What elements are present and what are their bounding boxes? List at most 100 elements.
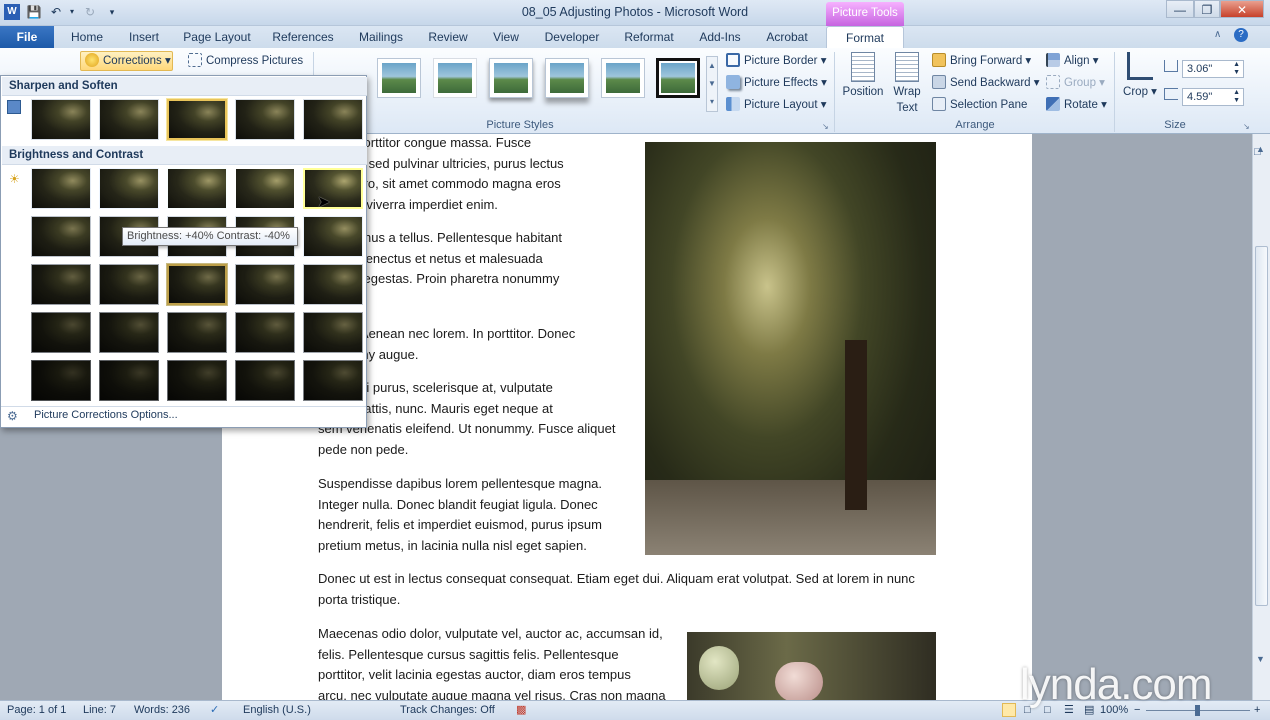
window-title: 08_05 Adjusting Photos - Microsoft Word <box>521 5 749 19</box>
brightness-contrast-thumbnail[interactable] <box>31 312 91 353</box>
rotate-button[interactable]: Rotate ▾ <box>1046 97 1107 113</box>
compress-pictures-button[interactable]: Compress Pictures <box>188 53 303 69</box>
brightness-contrast-thumbnail[interactable] <box>99 360 159 401</box>
position-button[interactable]: Position <box>840 52 886 100</box>
corrections-button[interactable]: Corrections ▾ <box>80 51 173 71</box>
brightness-contrast-thumbnail[interactable] <box>31 216 91 257</box>
bring-forward-button[interactable]: Bring Forward ▾ <box>932 53 1031 69</box>
group-button[interactable]: Group ▾ <box>1046 75 1105 91</box>
brightness-contrast-thumbnail[interactable] <box>31 360 91 401</box>
sharpen-thumbnail[interactable] <box>99 99 159 140</box>
scroll-down-icon[interactable]: ▼ <box>1256 654 1265 664</box>
paragraph-6: Donec ut est in lectus consequat consequ… <box>318 569 915 610</box>
brightness-contrast-thumbnail[interactable] <box>235 360 295 401</box>
proofing-icon[interactable]: ✓ <box>210 703 219 718</box>
styles-scroll[interactable]: ▲ ▼ ▾ <box>706 56 718 112</box>
tab-page-layout[interactable]: Page Layout <box>178 26 256 48</box>
picture-style-5[interactable] <box>601 58 645 98</box>
tab-add-ins[interactable]: Add-Ins <box>692 26 748 48</box>
width-spinner-icon[interactable]: ▲ ▼ <box>1233 89 1240 105</box>
tab-file[interactable]: File <box>0 26 54 48</box>
height-input[interactable]: 3.06" ▲ ▼ <box>1182 60 1244 78</box>
width-icon <box>1164 88 1178 100</box>
tab-reformat[interactable]: Reformat <box>616 26 682 48</box>
sharpen-thumbnail[interactable] <box>31 99 91 140</box>
brightness-contrast-thumbnail[interactable] <box>167 168 227 209</box>
bring-forward-label: Bring Forward <box>950 55 1023 67</box>
picture-styles-launcher-icon[interactable]: ↘ <box>822 122 829 131</box>
minimize-icon[interactable]: — <box>1166 0 1194 18</box>
brightness-contrast-thumbnail[interactable] <box>235 312 295 353</box>
brightness-contrast-thumbnail[interactable] <box>303 216 363 257</box>
size-launcher-icon[interactable]: ↘ <box>1243 122 1250 131</box>
paragraph-5: Suspendisse dapibus lorem pellentesque m… <box>318 474 602 556</box>
brightness-contrast-thumbnail[interactable] <box>303 312 363 353</box>
picture-effects-button[interactable]: Picture Effects ▾ <box>726 75 827 91</box>
olive-photo[interactable] <box>687 632 936 702</box>
tab-developer[interactable]: Developer <box>538 26 606 48</box>
brightness-contrast-thumbnail[interactable] <box>303 360 363 401</box>
brightness-contrast-thumbnail[interactable] <box>235 168 295 209</box>
crop-button[interactable]: Crop ▾ <box>1122 52 1158 100</box>
picture-style-2[interactable] <box>433 58 477 98</box>
picture-style-4[interactable] <box>545 58 589 98</box>
track-changes[interactable]: Track Changes: Off <box>400 703 495 718</box>
width-input[interactable]: 4.59" ▲ ▼ <box>1182 88 1244 106</box>
sun-icon <box>85 53 99 67</box>
brightness-contrast-thumbnail[interactable] <box>167 312 227 353</box>
tab-acrobat[interactable]: Acrobat <box>756 26 818 48</box>
tab-view[interactable]: View <box>484 26 528 48</box>
tab-format[interactable]: Format <box>826 26 904 48</box>
brightness-contrast-thumbnail[interactable] <box>166 263 228 306</box>
print-layout-icon[interactable] <box>1002 703 1016 717</box>
page-count[interactable]: Page: 1 of 1 <box>7 703 66 718</box>
selection-pane-button[interactable]: Selection Pane <box>932 97 1027 113</box>
tab-home[interactable]: Home <box>64 26 110 48</box>
send-backward-button[interactable]: Send Backward ▾ <box>932 75 1040 91</box>
brightness-contrast-thumbnail[interactable] <box>99 264 159 305</box>
vertical-scrollbar[interactable]: ▲ ▼ <box>1252 134 1270 700</box>
size-label: Size <box>1164 119 1186 131</box>
brightness-contrast-thumbnail[interactable] <box>99 312 159 353</box>
brightness-contrast-thumbnail[interactable] <box>303 168 363 209</box>
picture-border-button[interactable]: Picture Border ▾ <box>726 53 826 69</box>
scroll-thumb[interactable] <box>1255 246 1268 606</box>
picture-style-6[interactable] <box>656 58 700 98</box>
sharpen-thumbnail[interactable] <box>303 99 363 140</box>
height-spinner-icon[interactable]: ▲ ▼ <box>1233 61 1240 77</box>
brightness-contrast-thumbnail[interactable] <box>31 264 91 305</box>
olive-1 <box>699 646 739 690</box>
brightness-contrast-thumbnail[interactable] <box>99 168 159 209</box>
brightness-contrast-thumbnail[interactable] <box>235 264 295 305</box>
restore-icon[interactable]: ❐ <box>1194 0 1220 18</box>
ruler-toggle-icon[interactable]: □ <box>1254 146 1261 158</box>
send-backward-label: Send Backward <box>950 77 1031 89</box>
tree-photo-ground <box>645 480 936 555</box>
tab-review[interactable]: Review <box>420 26 476 48</box>
tab-insert[interactable]: Insert <box>120 26 168 48</box>
corrections-gallery: Sharpen and Soften Brightness and Contra… <box>0 75 367 428</box>
language[interactable]: English (U.S.) <box>243 703 311 718</box>
minimize-ribbon-icon[interactable]: ∧ <box>1214 29 1221 40</box>
close-icon[interactable]: ✕ <box>1220 0 1264 18</box>
brightness-contrast-thumbnail[interactable] <box>31 168 91 209</box>
line-number[interactable]: Line: 7 <box>83 703 116 718</box>
picture-style-3[interactable] <box>489 58 533 98</box>
picture-style-1[interactable] <box>377 58 421 98</box>
wrap-text-button[interactable]: Wrap Text <box>888 52 926 116</box>
zoom-in-icon[interactable]: + <box>1254 703 1260 718</box>
tab-mailings[interactable]: Mailings <box>350 26 412 48</box>
align-button[interactable]: Align ▾ <box>1046 53 1099 69</box>
options-icon: ⚙ <box>7 409 18 423</box>
brightness-contrast-thumbnail[interactable] <box>167 360 227 401</box>
sharpen-thumbnail[interactable] <box>235 99 295 140</box>
brightness-contrast-thumbnail[interactable] <box>303 264 363 305</box>
macro-icon[interactable]: ▩ <box>516 703 526 718</box>
tab-references[interactable]: References <box>266 26 340 48</box>
picture-layout-button[interactable]: Picture Layout ▾ <box>726 97 826 113</box>
picture-corrections-options-link[interactable]: Picture Corrections Options... <box>34 409 178 421</box>
text-line: Donec ut est in lectus consequat consequ… <box>318 571 915 586</box>
word-count[interactable]: Words: 236 <box>134 703 190 718</box>
help-icon[interactable]: ? <box>1234 28 1248 42</box>
sharpen-thumbnail[interactable] <box>166 98 228 141</box>
